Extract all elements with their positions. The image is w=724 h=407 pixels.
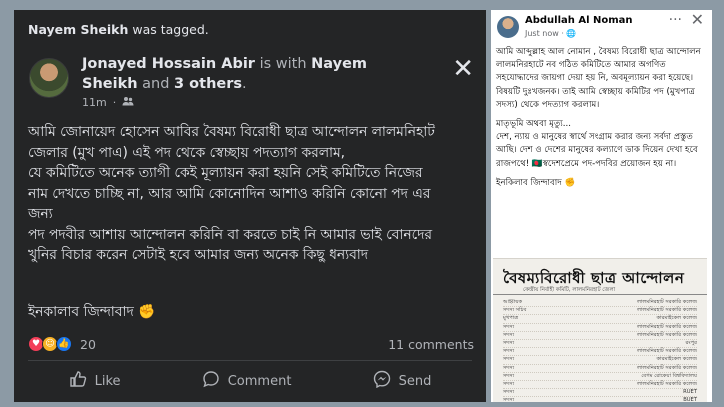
time-separator: ·: [112, 96, 117, 109]
committee-role: সদস্য: [503, 364, 515, 371]
close-icon: ✕: [690, 10, 704, 29]
noman-time: Just now · 🌐: [525, 29, 577, 38]
post-closing: ইনকালাব জিন্দাবাদ ✊: [28, 304, 156, 320]
comment-label: Comment: [227, 373, 292, 389]
author-avatar[interactable]: [29, 58, 69, 98]
committee-row: সদস্য লালমনিরহাট সরকারি কলেজ: [503, 365, 697, 373]
tagged-text: was tagged.: [132, 22, 209, 37]
committee-role: সদস্য: [503, 381, 515, 388]
committee-institution: রংপুর: [685, 340, 697, 347]
post-meta: 11m ·: [82, 96, 134, 109]
divider: [28, 360, 472, 361]
send-button[interactable]: Send: [373, 370, 432, 392]
committee-institution: লালমনিরহাট সরকারি কলেজ: [637, 331, 697, 338]
noman-name: Abdullah Al Noman: [525, 15, 633, 26]
committee-row: সদস্য লালমনিরহাট সরকারি কলেজ: [503, 348, 697, 357]
body-line: পদ পদবীর আশায় আন্দোলন করিনি বা করতে চাই…: [28, 226, 432, 243]
committee-institution: কারমাইকেল কলেজ: [656, 315, 697, 322]
like-label: Like: [94, 373, 121, 389]
body-line: জেলার (মুখ পাএ) এই পদ থেকে স্বেচ্ছায় পদ…: [28, 144, 346, 161]
period: .: [242, 76, 247, 92]
post-body: আমি জোনায়েদ হোসেন আবির বৈষম্য বিরোধী ছা…: [28, 122, 478, 266]
committee-row: সদস্য BUET: [503, 397, 697, 402]
committee-role: সদস্য: [503, 389, 515, 396]
post-time[interactable]: 11m: [82, 96, 107, 109]
noman-paragraph: ইনকিলাব জিন্দাবাদ ✊: [496, 177, 576, 188]
committee-institution: BUET: [683, 397, 697, 402]
noman-paragraph: দেশ, ন্যায় ও মানুষের স্বার্থে সংগ্রাম ক…: [496, 132, 698, 169]
close-icon[interactable]: ✕: [452, 56, 474, 82]
noman-paragraph: মাতৃভূমি অথবা মৃত্যু...: [496, 119, 571, 130]
and-text: and: [142, 76, 170, 92]
thumbs-up-icon: [69, 370, 87, 392]
with-text: is with: [259, 56, 307, 72]
committee-role: সদস্য: [503, 348, 515, 355]
committee-institution: লালমনিরহাট সরকারি কলেজ: [637, 307, 697, 314]
committee-row: সদস্য সচিব লালমনিরহাট সরকারি কলেজ: [503, 307, 697, 316]
committee-row: সদস্য লালমনিরহাট সরকারি কলেজ: [503, 324, 697, 332]
post-header: Jonayed Hossain Abir is with Nayem Sheik…: [82, 54, 412, 94]
committee-role: সদস্য: [503, 323, 515, 330]
committee-list-image: বৈষম্যবিরোধী ছাত্র আন্দোলন কেন্দ্রীয় নি…: [493, 258, 707, 402]
body-line: আমি জোনায়েদ হোসেন আবির বৈষম্য বিরোধী ছা…: [28, 124, 435, 140]
noman-paragraph: আমি আব্দুল্লাহ আল নোমান , বৈষম্য বিরোধী …: [496, 47, 701, 110]
tagged-person[interactable]: Nayem Sheikh: [28, 22, 128, 37]
committee-role: আহ্বায়ক: [503, 299, 523, 305]
committee-row: সদস্য রংপুর: [503, 340, 697, 349]
author-name[interactable]: Jonayed Hossain Abir: [82, 56, 255, 72]
body-line: জন্য: [28, 206, 53, 222]
committee-institution: RUET: [683, 389, 697, 396]
committee-role: সদস্য সচিব: [503, 307, 527, 314]
committee-institution: লালমনিরহাট সরকারি কলেজ: [637, 323, 697, 330]
body-line: খুনির বিচার করেন সেটাই হবে আমার জন্য অনে…: [28, 247, 369, 263]
committee-row: সদস্য বেগম রোকেয়া বিশ্ববিদ্যালয়: [503, 372, 697, 382]
others-link[interactable]: 3 others: [174, 76, 242, 92]
tagged-notice: Nayem Sheikh was tagged.: [28, 22, 209, 37]
shared-screenshot: Abdullah Al Noman Just now · 🌐 ··· ✕ আমি…: [491, 10, 712, 402]
post-card: Nayem Sheikh was tagged. Jonayed Hossain…: [14, 10, 486, 402]
committee-row: সদস্য RUET: [503, 389, 697, 398]
comment-icon: [202, 370, 220, 392]
comments-count[interactable]: 11 comments: [388, 337, 474, 352]
noman-avatar: [497, 16, 519, 38]
committee-institution: লালমনিরহাট সরকারি কলেজ: [637, 299, 697, 305]
post-actions: Like Comment Send: [28, 366, 472, 396]
body-line: যে কমিটিতে অনেক ত্যাগী কেই মূল্যায়ন করা…: [28, 165, 423, 181]
noman-post-body: আমি আব্দুল্লাহ আল নোমান , বৈষম্য বিরোধী …: [496, 46, 708, 196]
committee-row: সদস্য লালমনিরহাট সরকারি কলেজ: [503, 381, 697, 390]
committee-row: আহ্বায়ক লালমনিরহাট সরকারি কলেজ: [503, 299, 697, 308]
committee-role: সদস্য: [503, 331, 515, 338]
committee-institution: লালমনিরহাট সরকারি কলেজ: [637, 348, 697, 355]
committee-institution: লালমনিরহাট সরকারি কলেজ: [637, 381, 697, 388]
send-label: Send: [398, 373, 432, 389]
body-line: নাম দেখতে চাচ্ছি না, আর আমি কোনোদিন আশাও…: [28, 185, 431, 202]
like-reaction-icon: 👍: [56, 336, 72, 352]
committee-role: সদস্য: [503, 397, 515, 402]
reaction-count: 20: [80, 336, 96, 352]
committee-role: মুখপাত্র: [503, 315, 519, 322]
committee-row: সদস্য লালমনিরহাট সরকারি কলেজ: [503, 331, 697, 341]
friends-icon: [122, 96, 134, 109]
committee-role: সদস্য: [503, 372, 515, 379]
committee-institution: কারমাইকেল কলেজ: [656, 356, 697, 363]
like-button[interactable]: Like: [69, 370, 121, 392]
comment-button[interactable]: Comment: [202, 370, 292, 392]
committee-row: সদস্য কারমাইকেল কলেজ: [503, 356, 697, 365]
committee-role: সদস্য: [503, 356, 515, 363]
newspaper-rule: [493, 294, 707, 295]
committee-role: সদস্য: [503, 340, 515, 347]
committee-institution: লালমনিরহাট সরকারি কলেজ: [637, 364, 697, 371]
more-options-icon: ···: [668, 12, 682, 28]
messenger-icon: [373, 370, 391, 392]
committee-institution: বেগম রোকেয়া বিশ্ববিদ্যালয়: [641, 372, 697, 379]
committee-row: মুখপাত্র কারমাইকেল কলেজ: [503, 315, 697, 324]
committee-list: আহ্বায়ক লালমনিরহাট সরকারি কলেজ সদস্য সচিব…: [503, 299, 697, 402]
reaction-summary[interactable]: ♥ ☺ 👍 20: [28, 336, 96, 352]
